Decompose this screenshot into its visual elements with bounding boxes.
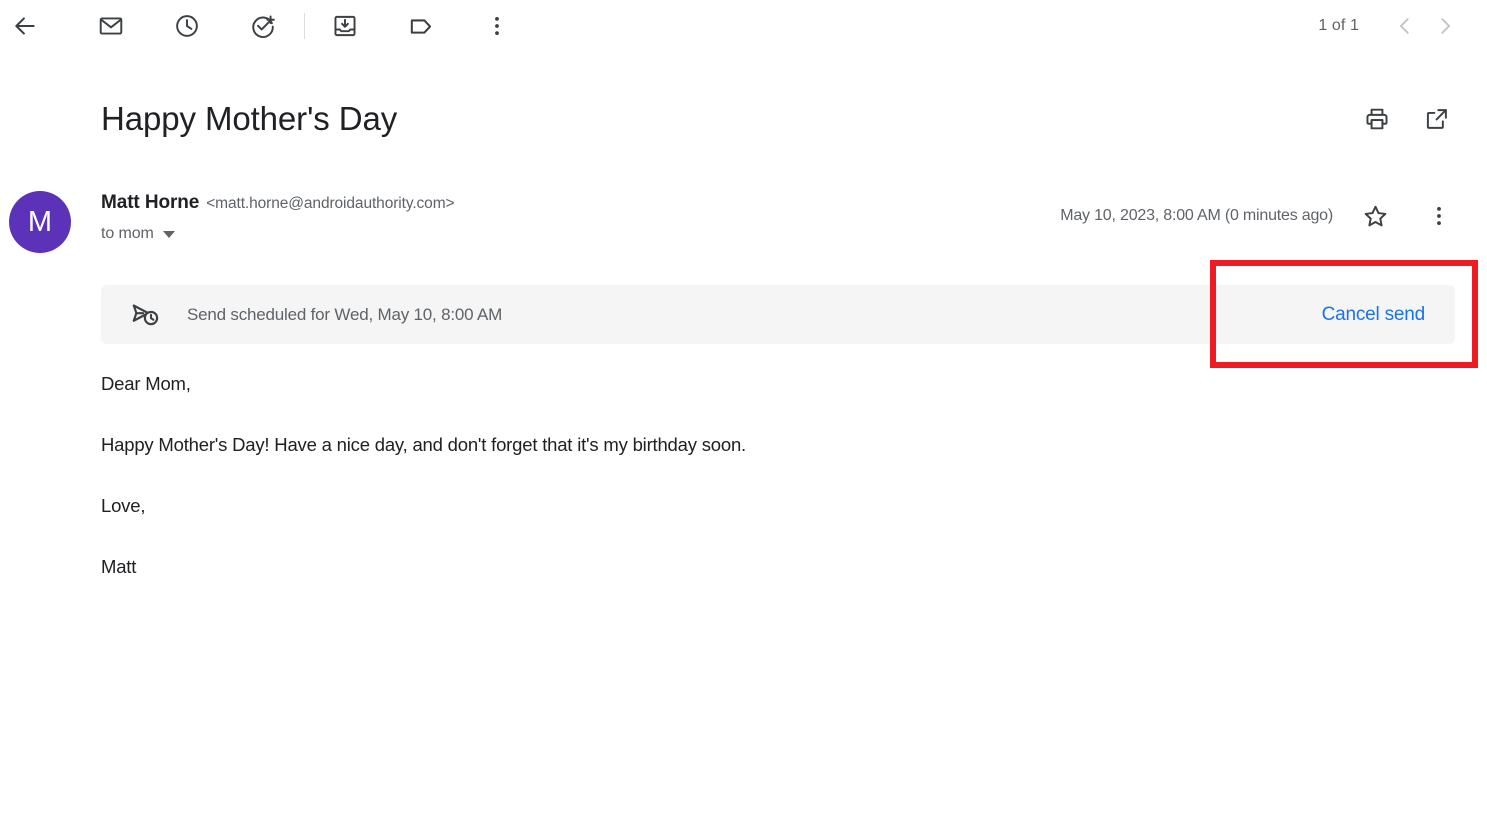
message-timestamp: May 10, 2023, 8:00 AM (0 minutes ago) <box>1060 207 1333 224</box>
star-button[interactable] <box>1355 196 1395 236</box>
sender-row: M Matt Horne <matt.horne@androidauthorit… <box>0 186 1487 262</box>
add-to-tasks-icon <box>252 15 275 38</box>
snooze-icon <box>176 15 198 37</box>
pager-next-button[interactable] <box>1425 6 1465 46</box>
sender-info: Matt Horne <matt.horne@androidauthority.… <box>101 186 455 243</box>
pager-prev-button[interactable] <box>1385 6 1425 46</box>
more-options-button[interactable] <box>475 4 519 48</box>
subject-row: Happy Mother's Day <box>0 86 1487 152</box>
pager-count: 1 of 1 <box>1318 17 1359 34</box>
body-line: Love, <box>101 494 146 516</box>
page-title: Happy Mother's Day <box>101 100 398 138</box>
archive-icon <box>334 15 356 37</box>
scheduled-send-banner: Send scheduled for Wed, May 10, 8:00 AM … <box>101 285 1455 344</box>
message-more-button[interactable] <box>1419 196 1459 236</box>
recipient-label: to mom <box>101 225 154 242</box>
sender-line: Matt Horne <matt.horne@androidauthority.… <box>101 192 455 214</box>
body-line: Matt <box>101 555 137 577</box>
send-clock-icon <box>132 303 159 325</box>
message-pager: 1 of 1 <box>1318 6 1465 46</box>
star-icon <box>1364 205 1386 226</box>
sender-meta: May 10, 2023, 8:00 AM (0 minutes ago) <box>1060 186 1459 236</box>
mark-unread-button[interactable] <box>89 4 133 48</box>
top-toolbar: 1 of 1 <box>0 0 1487 52</box>
message-body: Dear Mom, Happy Mother's Day! Have a nic… <box>101 372 1301 580</box>
chevron-down-icon <box>162 230 175 238</box>
add-to-tasks-button[interactable] <box>241 4 285 48</box>
chevron-left-icon <box>1400 18 1409 34</box>
archive-button[interactable] <box>323 4 367 48</box>
sender-email: <matt.horne@androidauthority.com> <box>206 195 455 212</box>
back-button[interactable] <box>3 4 47 48</box>
cancel-send-button[interactable]: Cancel send <box>1320 300 1427 330</box>
label-button[interactable] <box>399 4 443 48</box>
body-line: Dear Mom, <box>101 373 191 394</box>
open-in-new-window-button[interactable] <box>1417 99 1457 139</box>
scheduled-send-text: Send scheduled for Wed, May 10, 8:00 AM <box>187 304 503 324</box>
print-button[interactable] <box>1357 99 1397 139</box>
label-icon <box>410 18 431 34</box>
avatar: M <box>9 191 71 253</box>
scheduled-send-icon <box>128 298 162 332</box>
recipient-details-toggle[interactable]: to mom <box>101 225 175 243</box>
chevron-right-icon <box>1441 18 1450 34</box>
more-options-icon <box>495 16 499 36</box>
more-options-icon <box>1437 206 1441 226</box>
mark-unread-icon <box>99 17 123 35</box>
subject-actions <box>1357 99 1457 139</box>
toolbar-divider <box>304 13 305 39</box>
body-line: Happy Mother's Day! Have a nice day, and… <box>101 433 746 455</box>
open-in-new-icon <box>1426 109 1447 129</box>
sender-name: Matt Horne <box>101 192 200 213</box>
print-icon <box>1366 108 1388 130</box>
snooze-button[interactable] <box>165 4 209 48</box>
back-arrow-icon <box>15 17 35 35</box>
